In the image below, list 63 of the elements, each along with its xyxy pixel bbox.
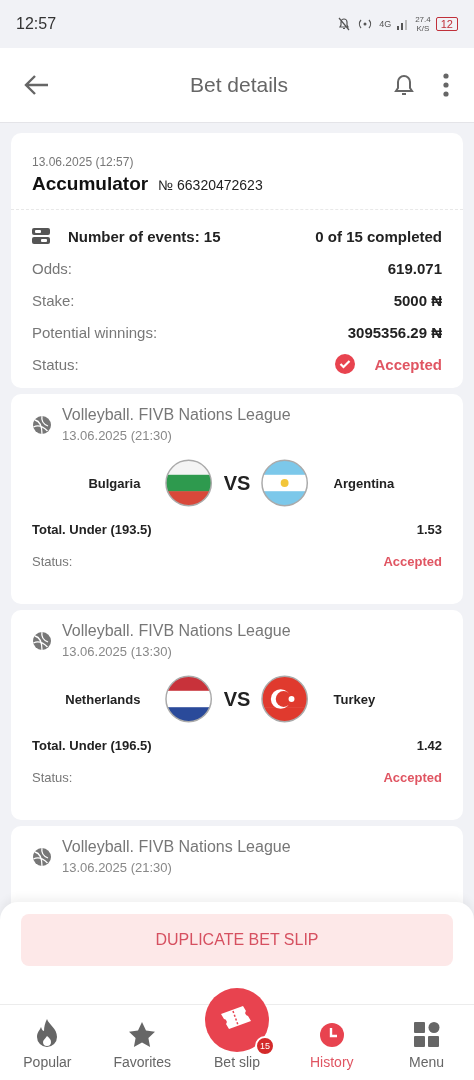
odds-value: 1.53: [416, 521, 442, 537]
nav-tab[interactable]: Favorites: [94, 1005, 190, 1080]
league-name: Volleyball. FIVB Nations League: [62, 838, 291, 856]
back-arrow-icon[interactable]: [24, 74, 50, 96]
volleyball-icon: [32, 846, 52, 867]
flag-icon: [164, 674, 214, 724]
bet-slip-tab[interactable]: 15 Bet slip: [189, 979, 285, 1080]
clock-icon: [318, 1022, 345, 1048]
flag-icon: [260, 458, 310, 508]
flame-icon: [35, 1018, 60, 1048]
team-name: Netherlands: [64, 691, 142, 707]
league-name: Volleyball. FIVB Nations League: [62, 622, 291, 640]
check-icon: [334, 353, 357, 375]
completed-count: 0 of 15 completed: [315, 227, 442, 245]
market-name: Total. Under (193.5): [32, 521, 152, 537]
detail-value: 5000 ₦: [393, 291, 442, 309]
network-speed: 27.4: [415, 15, 431, 24]
volleyball-icon: [32, 414, 52, 435]
nav-tab[interactable]: Menu: [379, 1005, 474, 1080]
volleyball-icon: [32, 630, 52, 651]
detail-label: Potential winnings:: [32, 323, 158, 341]
events-count: Number of events: 15: [68, 227, 221, 245]
detail-value: 3095356.29 ₦: [347, 323, 442, 341]
bet-type: Accumulator: [32, 173, 149, 195]
status-time: 12:57: [16, 15, 57, 33]
duplicate-bet-slip-button[interactable]: DUPLICATE BET SLIP: [21, 914, 453, 966]
bell-icon[interactable]: [392, 72, 416, 98]
star-icon: [128, 1021, 157, 1048]
status-label: Status:: [32, 553, 73, 569]
versus-label: VS: [223, 687, 251, 711]
page-title: Bet details: [188, 73, 290, 97]
more-options-icon[interactable]: [442, 73, 450, 97]
event-date: 13.06.2025 (21:30): [62, 428, 173, 443]
status-value: Accepted: [383, 553, 442, 569]
events-list-icon: [32, 228, 50, 244]
event-date: 13.06.2025 (13:30): [62, 644, 173, 659]
odds-value: 1.42: [416, 737, 442, 753]
network-type: 4G: [379, 19, 392, 29]
grid-icon: [413, 1022, 440, 1048]
status-label: Status:: [32, 355, 79, 373]
team-name: Turkey: [332, 691, 377, 707]
status-value: Accepted: [374, 355, 442, 373]
event-date: 13.06.2025 (21:30): [62, 860, 173, 875]
count-badge: 15: [255, 1036, 275, 1056]
team-name: Bulgaria: [87, 475, 142, 491]
nav-tab[interactable]: Popular: [0, 1005, 95, 1080]
speed-unit: K/S: [416, 24, 430, 33]
bet-date: 13.06.2025 (12:57): [32, 155, 135, 169]
team-name: Argentina: [332, 475, 396, 491]
detail-label: Stake:: [32, 291, 75, 309]
market-name: Total. Under (196.5): [32, 737, 152, 753]
detail-value: 619.071: [387, 259, 442, 277]
bell-off-icon: [337, 17, 352, 31]
flag-icon: [260, 674, 310, 724]
detail-label: Odds:: [32, 259, 73, 277]
versus-label: VS: [223, 471, 251, 495]
status-label: Status:: [32, 769, 73, 785]
status-value: Accepted: [383, 769, 442, 785]
bet-number: № 66320472623: [158, 177, 263, 193]
battery-indicator: 12: [435, 17, 458, 31]
nav-tab[interactable]: History: [284, 1005, 380, 1080]
league-name: Volleyball. FIVB Nations League: [62, 406, 291, 424]
flag-icon: [164, 458, 214, 508]
